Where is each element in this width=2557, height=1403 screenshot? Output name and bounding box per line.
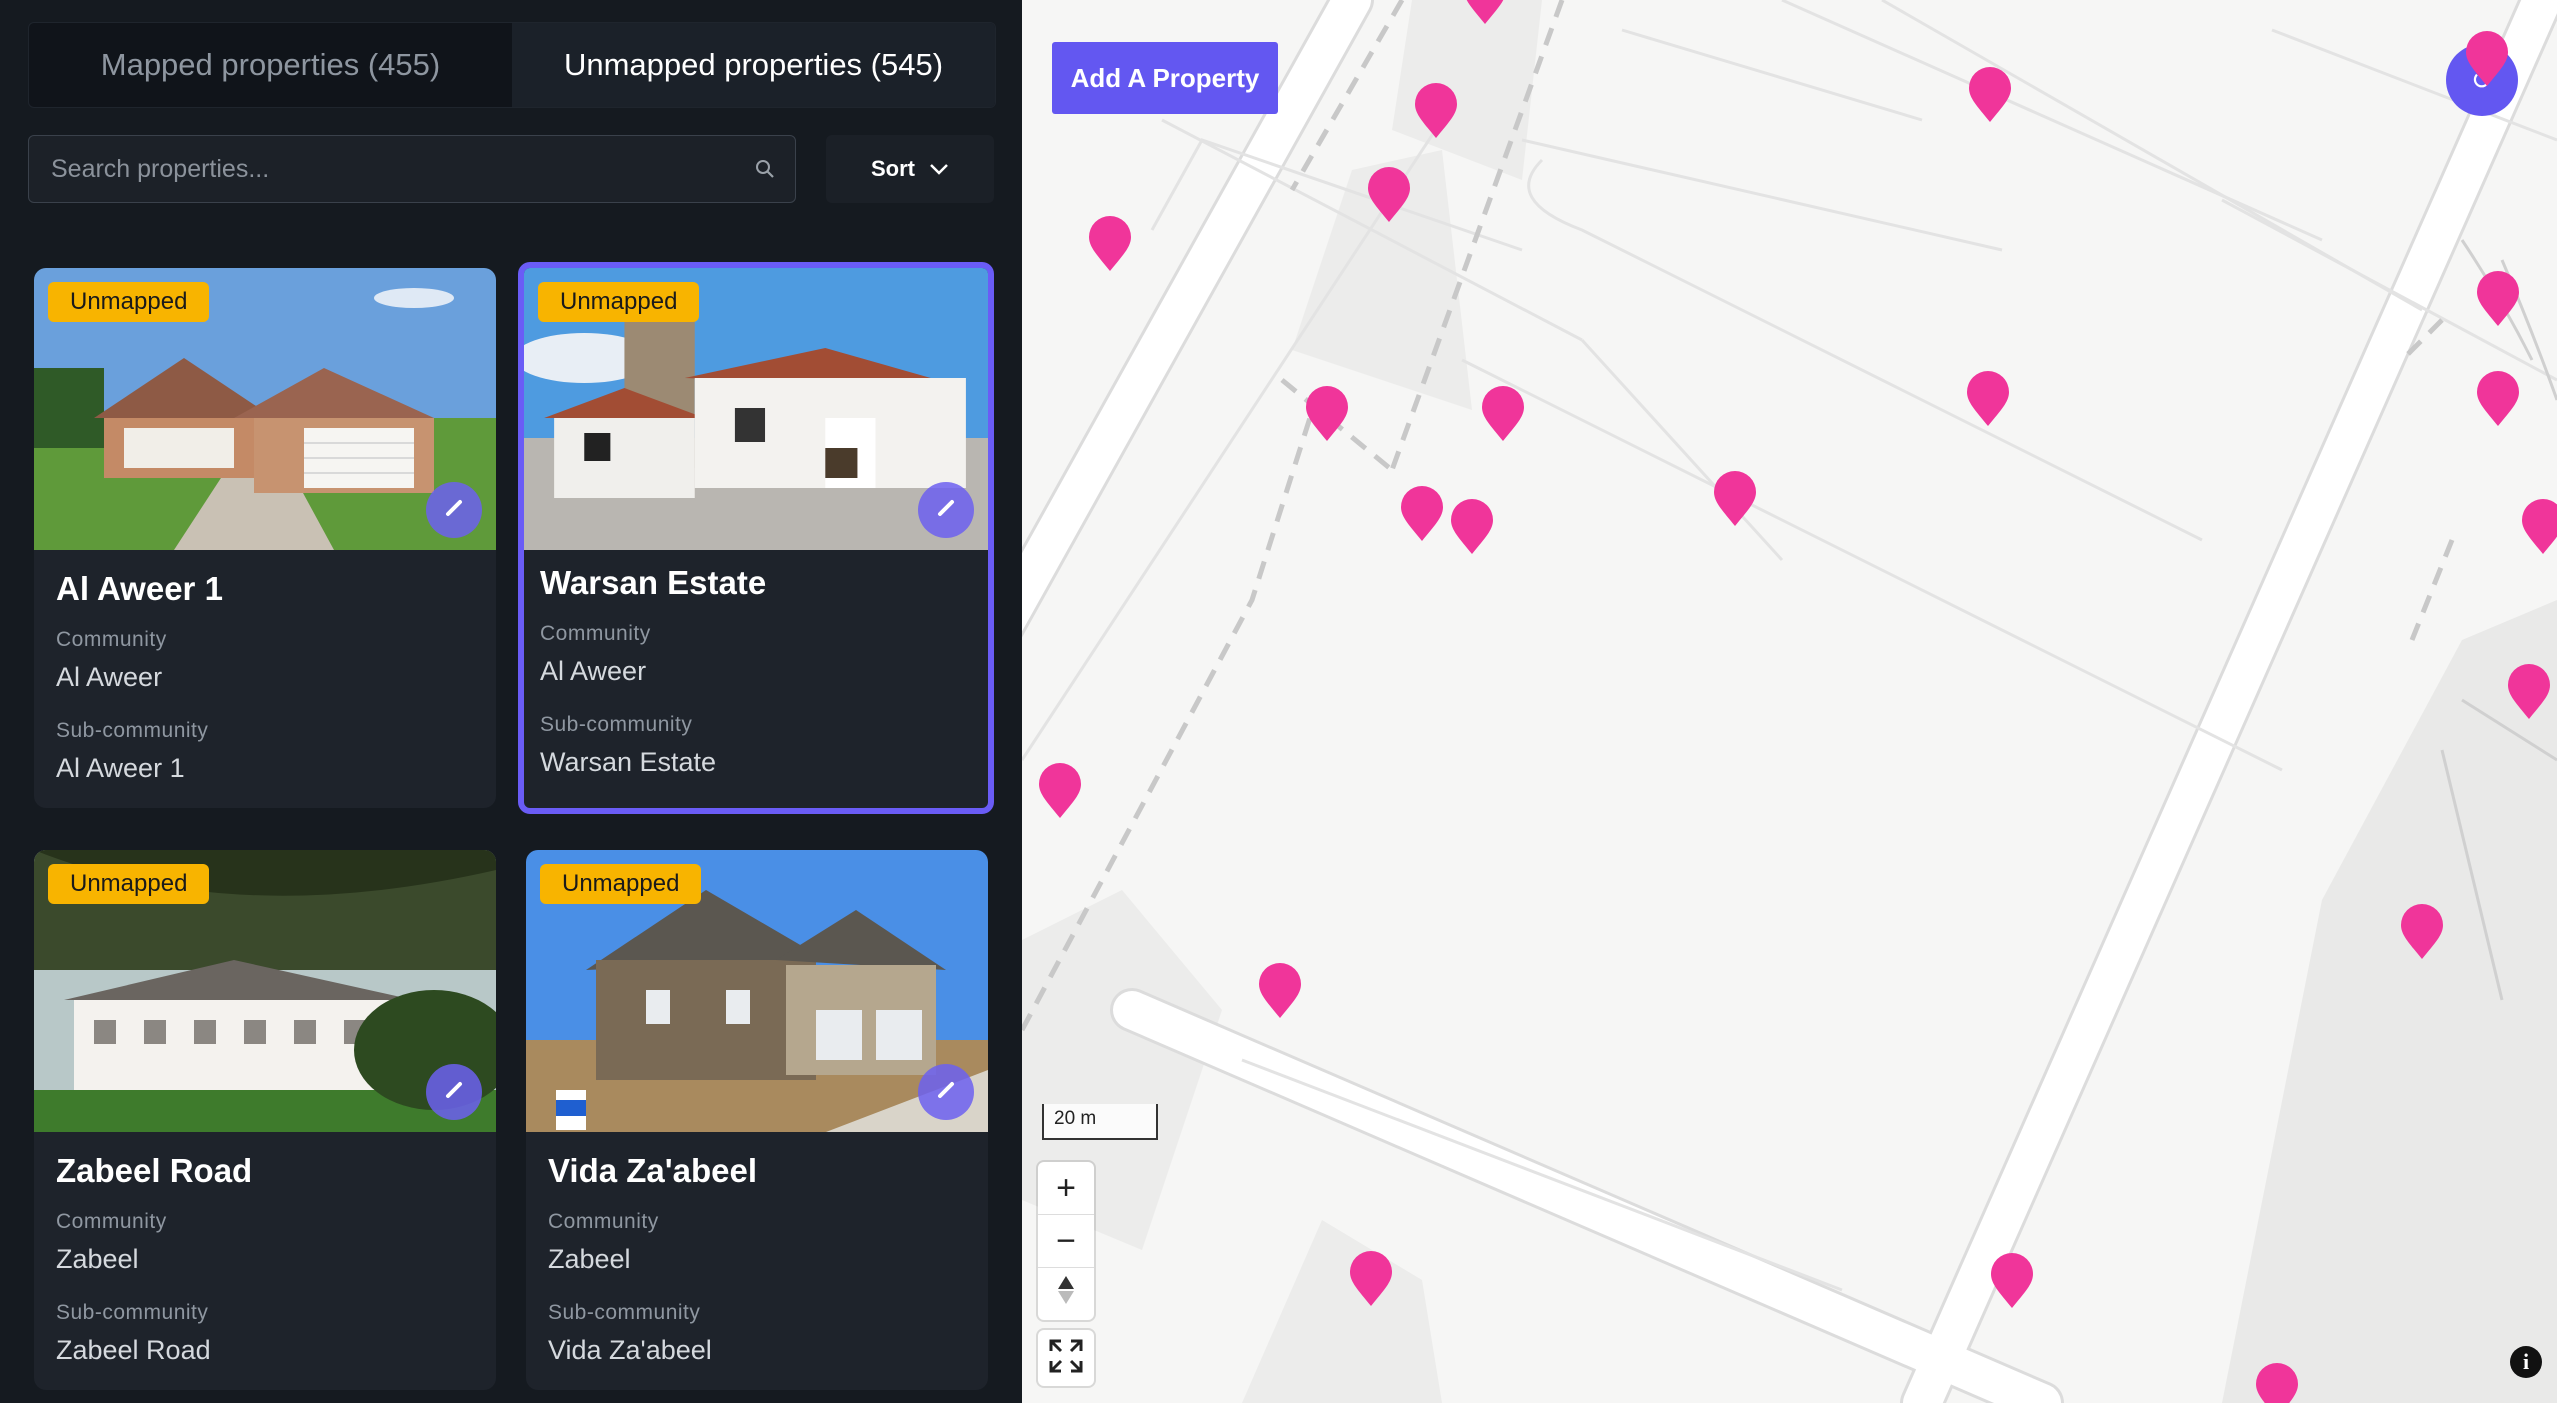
pencil-icon (935, 497, 957, 524)
subcommunity-value: Warsan Estate (540, 747, 717, 777)
fullscreen-button[interactable] (1038, 1330, 1094, 1386)
property-marker-icon[interactable] (1037, 762, 1083, 820)
subcommunity-value: Al Aweer 1 (56, 753, 185, 783)
sort-label: Sort (871, 156, 915, 181)
property-marker-icon[interactable] (1989, 1252, 2035, 1310)
status-badge: Unmapped (48, 864, 210, 904)
community-label: Community (548, 1210, 659, 1233)
property-title: Zabeel Road (56, 1152, 253, 1189)
status-badge: Unmapped (540, 864, 702, 904)
add-property-button[interactable]: Add A Property (1052, 42, 1278, 114)
status-badge: Unmapped (48, 282, 210, 322)
attribution-info-button[interactable]: i (2510, 1346, 2542, 1378)
property-list-panel: Mapped properties (455) Unmapped propert… (0, 0, 1022, 1403)
tab-mapped-properties[interactable]: Mapped properties (455) (29, 23, 512, 107)
property-marker-icon[interactable] (1257, 962, 1303, 1020)
property-marker-icon[interactable] (2464, 30, 2510, 88)
search-box (28, 135, 796, 203)
status-badge: Unmapped (538, 282, 700, 322)
plus-icon: + (1056, 1168, 1076, 1207)
community-value: Al Aweer (540, 656, 647, 686)
property-title: Al Aweer 1 (56, 570, 223, 607)
scale-bar: 20 m (1042, 1104, 1158, 1140)
property-marker-icon[interactable] (1449, 498, 1495, 556)
minus-icon: − (1056, 1221, 1076, 1260)
property-marker-icon[interactable] (2399, 903, 2445, 961)
property-marker-icon[interactable] (1348, 1250, 1394, 1308)
subcommunity-value: Vida Za'abeel (548, 1335, 712, 1365)
property-marker-icon[interactable] (2506, 663, 2552, 721)
property-marker-icon[interactable] (1965, 370, 2011, 428)
subcommunity-label: Sub-community (548, 1301, 701, 1324)
property-card-selected[interactable]: Unmapped Warsan Estate Community Al Awee… (518, 262, 994, 814)
property-photo: Unmapped (34, 850, 496, 1132)
property-marker-icon[interactable] (1304, 385, 1350, 443)
compass-button[interactable] (1038, 1268, 1094, 1320)
property-marker-icon[interactable] (2254, 1362, 2300, 1403)
tab-bar: Mapped properties (455) Unmapped propert… (28, 22, 996, 108)
property-marker-icon[interactable] (1967, 66, 2013, 124)
property-photo: Unmapped (526, 850, 988, 1132)
property-marker-icon[interactable] (2475, 370, 2521, 428)
info-icon: i (2522, 1349, 2530, 1374)
compass-icon (1056, 1274, 1076, 1315)
community-label: Community (56, 1210, 167, 1233)
property-marker-icon[interactable] (1366, 166, 1412, 224)
expand-icon (1049, 1339, 1083, 1378)
property-card[interactable]: Unmapped Al Aweer 1 Community Al Aweer S… (34, 268, 496, 808)
property-title: Warsan Estate (540, 564, 767, 601)
property-marker-icon[interactable] (1480, 385, 1526, 443)
pencil-icon (443, 1079, 465, 1106)
property-marker-icon[interactable] (1712, 470, 1758, 528)
community-label: Community (540, 622, 651, 645)
tab-unmapped-properties[interactable]: Unmapped properties (545) (512, 23, 995, 107)
edit-button[interactable] (918, 1064, 974, 1120)
community-value: Al Aweer (56, 662, 163, 692)
property-marker-icon[interactable] (2520, 498, 2557, 556)
property-marker-icon[interactable] (1087, 215, 1133, 273)
chevron-down-icon (929, 156, 949, 182)
search-input[interactable] (29, 136, 735, 202)
community-value: Zabeel (548, 1244, 631, 1274)
community-value: Zabeel (56, 1244, 139, 1274)
property-photo: Unmapped (34, 268, 496, 550)
edit-button[interactable] (918, 482, 974, 538)
zoom-out-button[interactable]: − (1038, 1215, 1094, 1268)
edit-button[interactable] (426, 1064, 482, 1120)
zoom-in-button[interactable]: + (1038, 1162, 1094, 1215)
subcommunity-label: Sub-community (540, 713, 693, 736)
map-view[interactable]: Add A Property ↺ 20 m + − i (1022, 0, 2557, 1403)
property-marker-icon[interactable] (2475, 270, 2521, 328)
pencil-icon (935, 1079, 957, 1106)
community-label: Community (56, 628, 167, 651)
property-card[interactable]: Unmapped Vida Za'abeel Community Zabeel … (526, 850, 988, 1390)
subcommunity-label: Sub-community (56, 719, 209, 742)
edit-button[interactable] (426, 482, 482, 538)
property-card[interactable]: Unmapped Zabeel Road Community Zabeel Su… (34, 850, 496, 1390)
property-marker-icon[interactable] (1399, 485, 1445, 543)
search-icon[interactable] (735, 159, 795, 179)
sort-button[interactable]: Sort (826, 135, 994, 203)
property-title: Vida Za'abeel (548, 1152, 758, 1189)
map-base-layer (1022, 0, 2557, 1403)
pencil-icon (443, 497, 465, 524)
subcommunity-value: Zabeel Road (56, 1335, 211, 1365)
property-marker-icon[interactable] (1462, 0, 1508, 26)
subcommunity-label: Sub-community (56, 1301, 209, 1324)
property-photo: Unmapped (524, 268, 988, 550)
property-marker-icon[interactable] (1413, 82, 1459, 140)
zoom-controls: + − (1038, 1162, 1094, 1320)
